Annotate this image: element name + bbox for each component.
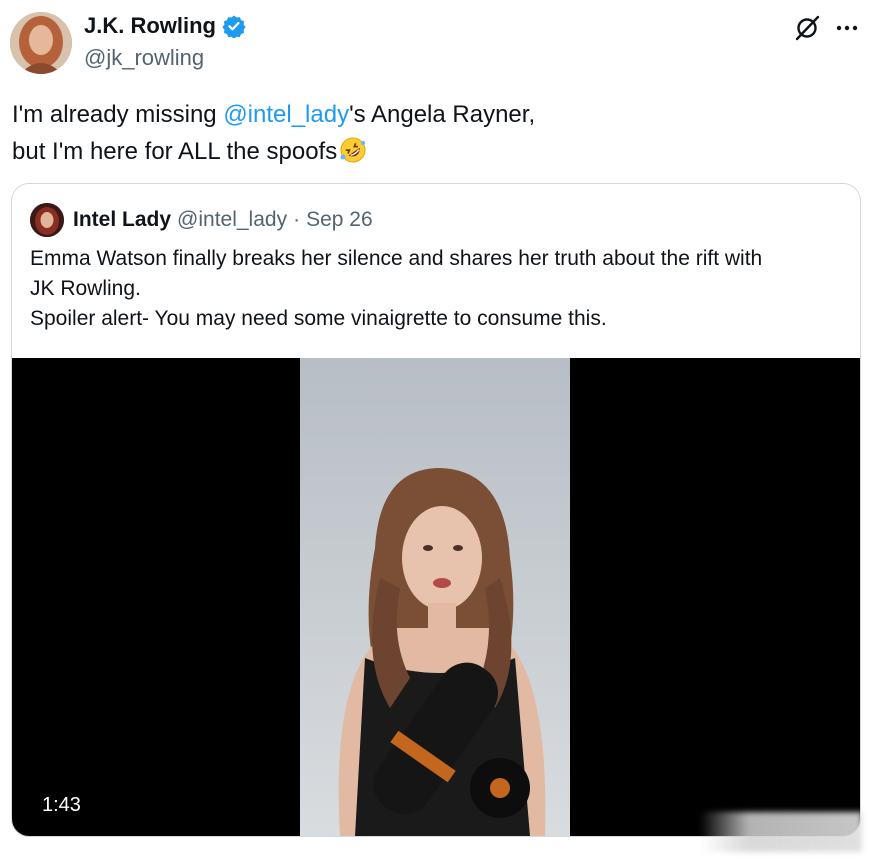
tweet-text: I'm already missing @intel_lady's Angela… <box>12 96 852 170</box>
blurred-watermark <box>700 812 862 852</box>
author-handle[interactable]: @jk_rowling <box>84 45 204 71</box>
author-avatar[interactable] <box>10 12 72 74</box>
tweet-text-part: 's Angela Rayner, <box>349 101 536 128</box>
quoted-author-avatar[interactable] <box>30 203 64 237</box>
rolling-on-floor-laughing-emoji-icon <box>340 137 366 163</box>
verified-badge-icon <box>222 15 246 38</box>
tweet-text-line2: but I'm here for ALL the spoofs <box>12 138 338 165</box>
quoted-text-line: JK Rowling. <box>30 277 141 300</box>
tweet-text-part: I'm already missing <box>12 101 224 128</box>
video-thumbnail <box>300 358 570 836</box>
author-name[interactable]: J.K. Rowling <box>84 13 216 39</box>
quoted-date[interactable]: Sep 26 <box>306 208 373 232</box>
quoted-text-line: Emma Watson finally breaks her silence a… <box>30 247 763 270</box>
video-player[interactable]: 1:43 <box>12 358 860 836</box>
quoted-author-name[interactable]: Intel Lady <box>73 208 171 232</box>
meta-separator: · <box>293 208 301 231</box>
more-options-icon[interactable] <box>833 14 861 42</box>
quoted-text: Emma Watson finally breaks her silence a… <box>30 244 850 334</box>
quoted-author-handle[interactable]: @intel_lady <box>177 208 287 232</box>
grok-icon[interactable] <box>793 14 821 42</box>
quoted-text-line: Spoiler alert- You may need some vinaigr… <box>30 307 607 330</box>
video-duration: 1:43 <box>42 794 81 816</box>
mention-link[interactable]: @intel_lady <box>223 101 349 128</box>
quoted-tweet-card[interactable]: Intel Lady @intel_lady · Sep 26 Emma Wat… <box>11 183 861 837</box>
